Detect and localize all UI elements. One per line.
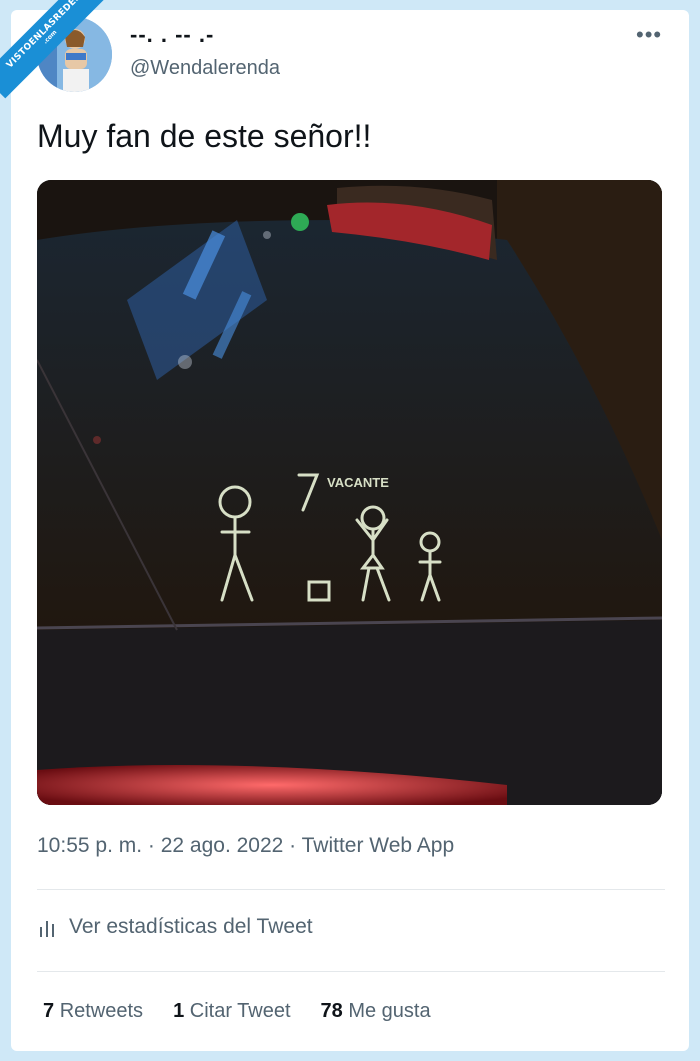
tweet-photo[interactable]: VACANTE [37,180,662,805]
likes-count[interactable]: 78 Me gusta [321,1000,431,1023]
view-stats-link[interactable]: Ver estadísticas del Tweet [37,915,313,939]
engagement-counts: 7 Retweets 1 Citar Tweet 78 Me gusta [43,1000,461,1023]
sticker-text: VACANTE [327,475,389,490]
count-label: Citar Tweet [189,1000,291,1022]
bar-chart-icon [37,917,57,937]
divider [37,971,665,972]
count-label: Retweets [59,1000,144,1022]
retweets-count[interactable]: 7 Retweets [43,1000,143,1023]
more-horizontal-icon[interactable]: ••• [636,24,662,46]
view-stats-label: Ver estadísticas del Tweet [69,915,313,938]
display-name[interactable]: --. . -- .- [130,22,214,48]
count-value: 78 [320,1000,343,1022]
count-value: 1 [173,1000,185,1022]
divider [37,889,665,890]
tweet-timestamp[interactable]: 10:55 p. m. · 22 ago. 2022 · Twitter Web… [37,834,454,858]
tweet-text: Muy fan de este señor!! [37,118,372,154]
count-value: 7 [43,1000,55,1022]
count-label: Me gusta [348,1000,431,1022]
quote-tweets-count[interactable]: 1 Citar Tweet [173,1000,290,1023]
user-handle[interactable]: @Wendalerenda [130,57,280,80]
